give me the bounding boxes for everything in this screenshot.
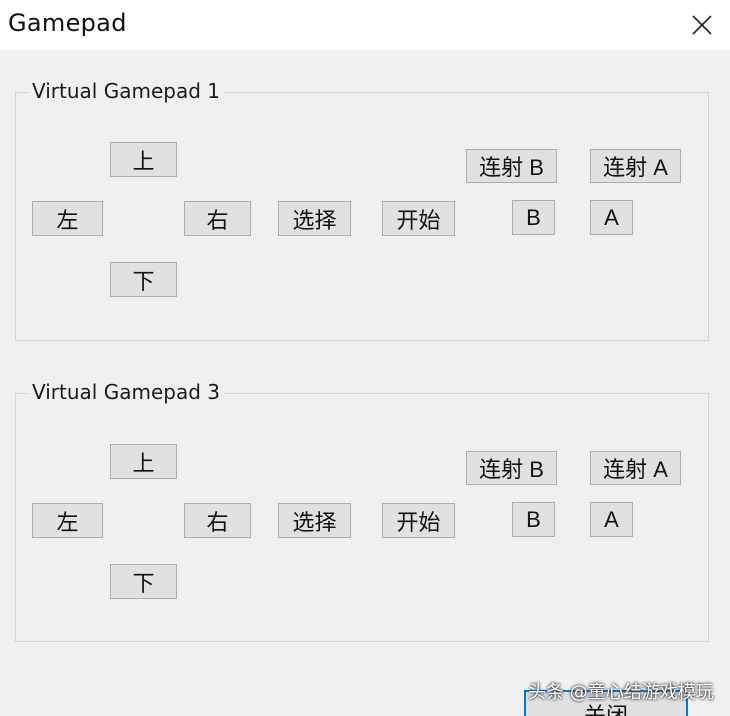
gamepad-group-3-label: Virtual Gamepad 3 [28,380,224,404]
title-bar: Gamepad [0,0,730,50]
gamepad1-turbo-a-button[interactable]: 连射 A [590,149,681,183]
gamepad1-start-button[interactable]: 开始 [382,201,455,236]
gamepad3-up-button[interactable]: 上 [110,444,177,479]
gamepad3-a-button[interactable]: A [590,502,633,537]
gamepad3-turbo-a-button[interactable]: 连射 A [590,451,681,485]
gamepad1-b-button[interactable]: B [512,200,555,235]
gamepad1-down-button[interactable]: 下 [110,262,177,297]
gamepad1-a-button[interactable]: A [590,200,633,235]
gamepad1-right-button[interactable]: 右 [184,201,251,236]
gamepad3-left-button[interactable]: 左 [32,503,103,538]
gamepad3-select-button[interactable]: 选择 [278,503,351,538]
watermark-text: 头条 @童心结游戏模玩 [528,682,714,703]
gamepad3-start-button[interactable]: 开始 [382,503,455,538]
gamepad3-turbo-b-button[interactable]: 连射 B [466,451,557,485]
gamepad1-select-button[interactable]: 选择 [278,201,351,236]
gamepad3-b-button[interactable]: B [512,502,555,537]
gamepad3-down-button[interactable]: 下 [110,564,177,599]
window-close-button[interactable] [674,0,730,50]
gamepad1-turbo-b-button[interactable]: 连射 B [466,149,557,183]
gamepad1-up-button[interactable]: 上 [110,142,177,177]
close-icon [692,15,712,35]
window-title: Gamepad [8,9,127,37]
gamepad-dialog: Gamepad Virtual Gamepad 1 上 左 右 下 选择 开始 … [0,0,730,716]
gamepad-group-1-label: Virtual Gamepad 1 [28,79,224,103]
gamepad1-left-button[interactable]: 左 [32,201,103,236]
gamepad3-right-button[interactable]: 右 [184,503,251,538]
